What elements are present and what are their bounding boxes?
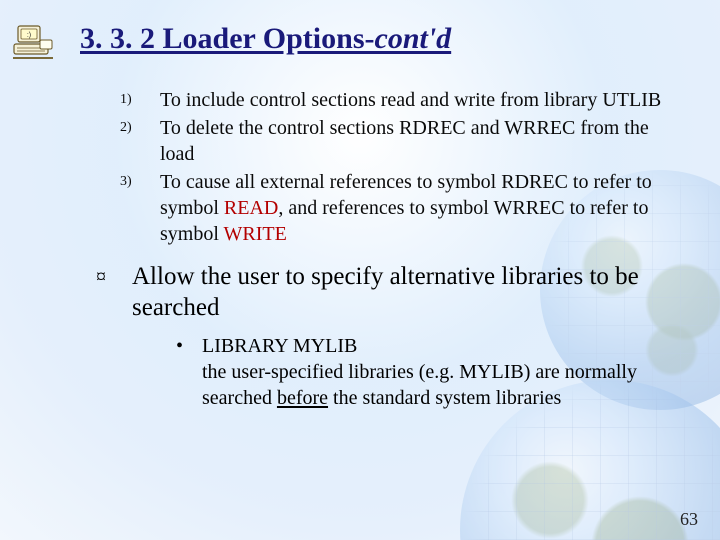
numbered-item: 2)To delete the control sections RDREC a… <box>120 115 680 167</box>
numbered-item-text: To cause all external references to symb… <box>160 169 680 247</box>
numbered-list: 1)To include control sections read and w… <box>120 87 680 247</box>
numbered-item: 1)To include control sections read and w… <box>120 87 680 113</box>
sub-bullet-list: • LIBRARY MYLIBthe user-specified librar… <box>176 333 680 411</box>
main-bullet-text: Allow the user to specify alternative li… <box>132 261 680 324</box>
list-marker: 2) <box>120 115 160 137</box>
text-segment: To include control sections read and wri… <box>160 89 661 111</box>
sub-bullet-text: LIBRARY MYLIBthe user-specified librarie… <box>202 333 680 411</box>
main-bullet-list: ¤ Allow the user to specify alternative … <box>96 261 680 324</box>
text-segment: To delete the control sections RDREC and… <box>160 117 649 165</box>
main-bullet-item: ¤ Allow the user to specify alternative … <box>96 261 680 324</box>
numbered-item-text: To delete the control sections RDREC and… <box>160 115 680 167</box>
sub-bullet-item: • LIBRARY MYLIBthe user-specified librar… <box>176 333 680 411</box>
bullet-marker-icon: ¤ <box>96 261 132 290</box>
slide-title: 3. 3. 2 Loader Options-cont'd <box>80 22 680 57</box>
numbered-item-text: To include control sections read and wri… <box>160 87 680 113</box>
text-segment: LIBRARY MYLIB <box>202 335 357 357</box>
list-marker: 3) <box>120 169 160 191</box>
title-main: 3. 3. 2 Loader Options <box>80 22 365 55</box>
highlight-text: READ <box>224 197 278 219</box>
underline-text: before <box>277 387 328 409</box>
title-dash: - <box>365 22 375 55</box>
title-contd: cont'd <box>375 22 452 55</box>
sub-bullet-marker: • <box>176 333 202 359</box>
text-segment: the standard system libraries <box>328 387 561 409</box>
page-number: 63 <box>680 509 698 530</box>
highlight-text: WRITE <box>224 223 287 245</box>
numbered-item: 3)To cause all external references to sy… <box>120 169 680 247</box>
list-marker: 1) <box>120 87 160 109</box>
slide-content: 3. 3. 2 Loader Options-cont'd 1)To inclu… <box>0 0 720 540</box>
